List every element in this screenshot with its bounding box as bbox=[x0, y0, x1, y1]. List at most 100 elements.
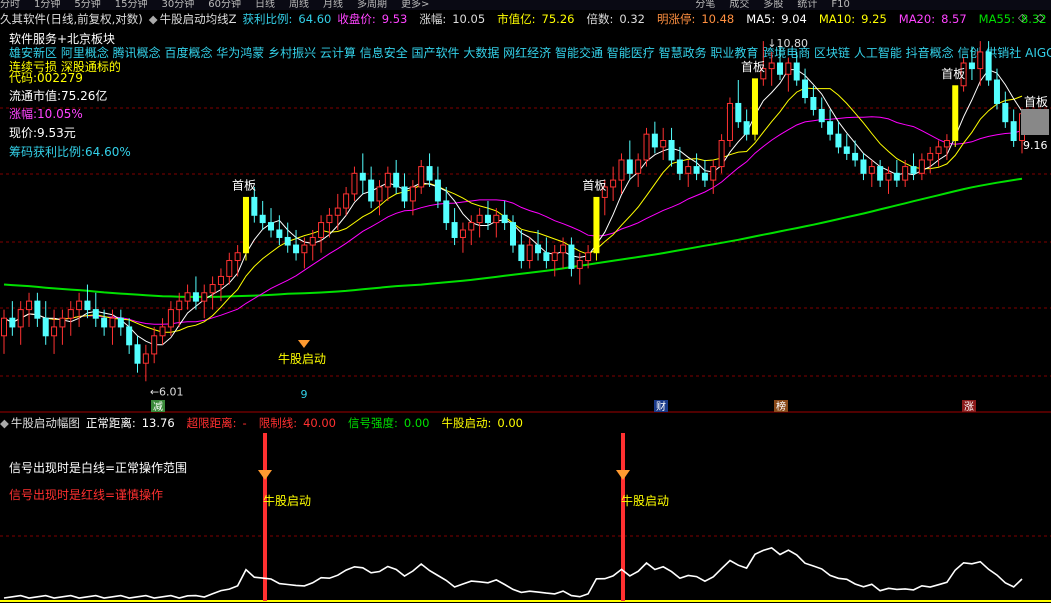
candle-body bbox=[293, 244, 300, 254]
candle-body bbox=[777, 62, 784, 75]
candle-body bbox=[151, 335, 158, 355]
candle-body bbox=[368, 179, 375, 202]
candle-body bbox=[493, 214, 500, 224]
candle-body bbox=[509, 222, 517, 246]
candle-body bbox=[301, 244, 308, 254]
candle-body bbox=[426, 166, 433, 181]
candle-body bbox=[626, 159, 633, 174]
candle-body bbox=[718, 140, 725, 168]
price-tag-box bbox=[1021, 109, 1049, 135]
candle-body bbox=[159, 326, 166, 337]
low-price-mark: ←6.01 bbox=[150, 385, 184, 398]
candle-body bbox=[785, 62, 792, 75]
first-board-label: 首板 bbox=[582, 178, 606, 192]
candle-body bbox=[526, 244, 533, 262]
candle-body bbox=[276, 229, 283, 238]
candle-body bbox=[585, 252, 592, 262]
candle-body bbox=[710, 166, 717, 181]
candle-body bbox=[384, 172, 391, 188]
candle-body bbox=[902, 166, 909, 181]
candle-body bbox=[318, 222, 325, 238]
candle-body bbox=[359, 172, 366, 181]
candle-body bbox=[943, 140, 950, 148]
first-board-label: 首板 bbox=[941, 67, 965, 81]
candle-body bbox=[568, 244, 575, 269]
candle-body bbox=[284, 236, 291, 246]
candle-body bbox=[34, 300, 41, 319]
event-badge-label: 财 bbox=[656, 400, 666, 413]
candle-body bbox=[918, 159, 925, 174]
candle-body bbox=[0, 317, 8, 337]
candle-body bbox=[192, 292, 199, 302]
bull-start-icon bbox=[297, 340, 310, 348]
strength-value: 0.00 bbox=[403, 416, 430, 430]
candle-body bbox=[651, 133, 658, 148]
event-badge-label: 涨 bbox=[964, 401, 974, 413]
candle-body bbox=[234, 252, 241, 262]
candle-body bbox=[418, 166, 425, 188]
signal-icon bbox=[616, 470, 630, 480]
candle-body bbox=[743, 121, 750, 135]
limit-label: 限制线: bbox=[258, 416, 298, 430]
candle-body bbox=[726, 102, 733, 142]
candle-body bbox=[201, 292, 208, 302]
normal-label: 正常距离: bbox=[85, 416, 136, 430]
candle-body bbox=[242, 196, 249, 254]
candle-body bbox=[17, 309, 24, 328]
candle-body bbox=[101, 317, 108, 328]
candle-body bbox=[268, 222, 275, 231]
candle-body bbox=[802, 79, 809, 98]
candle-body bbox=[109, 317, 116, 328]
candlestick-chart[interactable]: 首板 首板首板 首板牛股启动9←6.01↓10.80首板9.16减财榜涨牛股启动 牛股… bbox=[0, 0, 1051, 603]
lower-diamond-icon[interactable]: ◆ bbox=[0, 416, 9, 430]
candle-body bbox=[67, 309, 74, 319]
candle-body bbox=[735, 102, 742, 123]
candle-body bbox=[217, 275, 224, 286]
candle-body bbox=[351, 172, 358, 195]
ma5-line bbox=[3, 68, 1023, 346]
limit-value: 40.00 bbox=[303, 416, 337, 430]
candle-body bbox=[459, 229, 466, 238]
candle-body bbox=[184, 292, 191, 302]
candle-body bbox=[334, 207, 341, 216]
candle-body bbox=[935, 146, 942, 154]
candle-body bbox=[643, 133, 650, 161]
over-value: - bbox=[242, 416, 247, 430]
lower-panel-header: ◆ 牛股启动幅图 正常距离: 13.76 超限距离: - 限制线: 40.00 信号强度: 0.0… bbox=[0, 415, 535, 431]
candle-body bbox=[9, 317, 16, 328]
candle-body bbox=[117, 317, 124, 328]
candle-body bbox=[885, 172, 892, 181]
candle-body bbox=[484, 214, 491, 224]
candle-body bbox=[518, 244, 525, 262]
candle-body bbox=[226, 260, 233, 277]
candle-body bbox=[309, 236, 316, 246]
candle-body bbox=[401, 186, 408, 202]
candle-body bbox=[635, 159, 642, 174]
candle-body bbox=[443, 200, 450, 224]
candle-body bbox=[409, 186, 416, 202]
candle-body bbox=[977, 51, 984, 70]
candle-body bbox=[910, 166, 917, 174]
candle-body bbox=[134, 344, 141, 364]
candle-body bbox=[76, 300, 83, 311]
bull-value: 0.00 bbox=[497, 416, 523, 430]
candle-body bbox=[843, 146, 850, 154]
first-board-label: 首板 bbox=[741, 60, 765, 74]
high-price-mark: ↓10.80 bbox=[767, 37, 808, 50]
signal-icon bbox=[258, 470, 272, 480]
candle-body bbox=[142, 353, 149, 364]
event-badge-label: 榜 bbox=[776, 400, 786, 413]
candle-body bbox=[1002, 102, 1009, 123]
candle-body bbox=[326, 214, 333, 224]
candle-body bbox=[927, 152, 934, 161]
candle-body bbox=[685, 166, 692, 174]
candle-body bbox=[893, 172, 900, 181]
candle-body bbox=[860, 159, 867, 174]
candle-body bbox=[209, 284, 216, 294]
candle-body bbox=[701, 172, 708, 181]
candle-body bbox=[434, 179, 441, 202]
candle-body bbox=[59, 317, 66, 328]
right-price-mark: 9.16 bbox=[1023, 139, 1048, 152]
note-red: 信号出现时是红线=谨慎操作 bbox=[9, 488, 164, 502]
lower-title[interactable]: 牛股启动幅图 bbox=[11, 416, 80, 430]
